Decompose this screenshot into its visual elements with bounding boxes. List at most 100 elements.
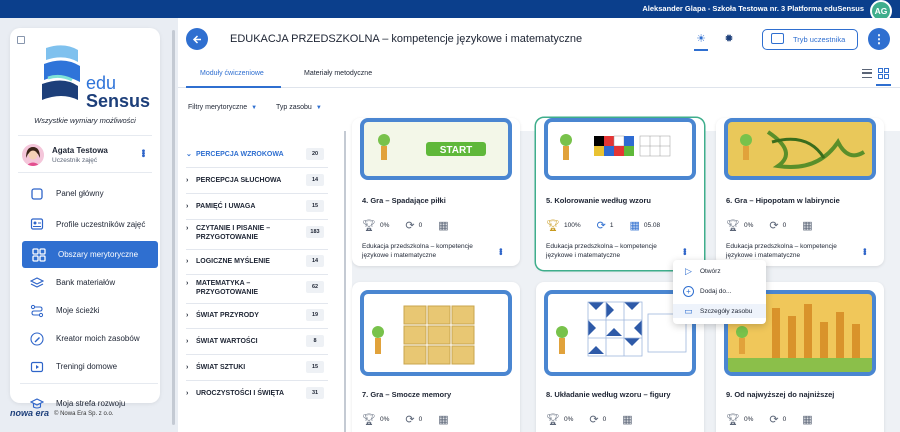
profile-avatar	[22, 144, 44, 166]
layers-icon	[28, 274, 46, 292]
refresh-icon: ⟳	[589, 414, 599, 426]
chevron-right-icon: ›	[186, 258, 189, 265]
sidebar-scrollbar[interactable]	[172, 30, 175, 425]
tagline: Wszystkie wymiary możliwości	[34, 116, 136, 125]
sidebar-item-label: Panel główny	[56, 189, 104, 198]
card-score: 100%	[563, 222, 581, 229]
card-more-icon[interactable]: •••	[860, 248, 870, 254]
chevron-right-icon: ›	[186, 390, 189, 397]
refresh-icon: ⟳	[769, 220, 779, 232]
filter-merytoryczne[interactable]: Filtry merytoryczne ▼	[188, 104, 257, 111]
top-bar: Aleksander Glapa - Szkoła Testowa nr. 3 …	[0, 0, 900, 22]
card-description: Edukacja przedszkolna – kompetencje języ…	[726, 243, 837, 259]
divider	[186, 249, 328, 250]
card-attempts: 0	[782, 222, 787, 229]
category-label: PAMIĘĆ I UWAGA	[196, 203, 256, 210]
category-count: 15	[306, 200, 324, 212]
refresh-icon: ⟳	[405, 220, 415, 232]
category-item[interactable]: › UROCZYSTOŚCI I ŚWIĘTA	[186, 389, 326, 398]
card-stats: 🏆︎ 0% ⟳ 0 ▦	[546, 413, 649, 426]
menu-item-label: Otwórz	[700, 268, 721, 275]
card-title: 9. Od najwyższej do najniższej	[726, 390, 835, 399]
category-label: PERCEPCJA WZROKOWA	[196, 151, 284, 158]
pencil-icon	[28, 330, 46, 348]
divider	[186, 193, 328, 194]
logo-sensus: Sensus	[86, 91, 151, 111]
light-theme-icon[interactable]: ☀	[694, 32, 708, 51]
student-mode-label: Tryb uczestnika	[793, 35, 846, 44]
main-panel: EDUKACJA PRZEDSZKOLNA – kompetencje języ…	[178, 18, 900, 432]
chevron-right-icon: ›	[186, 312, 189, 319]
card-attempts: 0	[418, 416, 423, 423]
menu-item-dodaj[interactable]: + Dodaj do...	[683, 286, 731, 297]
category-item[interactable]: › ŚWIAT PRZYRODY	[186, 311, 326, 320]
chevron-right-icon: ›	[186, 280, 189, 287]
dark-theme-icon[interactable]: ✹	[722, 32, 736, 46]
category-item[interactable]: › ŚWIAT SZTUKI	[186, 363, 326, 372]
category-item[interactable]: › PERCEPCJA SŁUCHOWA	[186, 176, 326, 185]
resource-card[interactable]: START 4. Gra – Spadające piłki 🏆︎ 0% ⟳ 0 ▦…	[352, 118, 520, 266]
sidebar-item-kreator[interactable]: Kreator moich zasobów	[20, 325, 158, 352]
category-scrollbar[interactable]	[344, 131, 346, 432]
category-count: 8	[306, 335, 324, 347]
sidebar-item-label: Bank materiałów	[56, 278, 116, 287]
video-icon	[28, 358, 46, 376]
chevron-right-icon: ›	[186, 364, 189, 371]
sidebar-item-profile[interactable]: Profile uczestników zajęć	[20, 208, 158, 240]
menu-item-label: Dodaj do...	[700, 288, 732, 295]
card-more-icon[interactable]: •••	[680, 248, 690, 254]
category-item[interactable]: › MATEMATYKA – PRZYGOTOWANIE	[186, 279, 286, 297]
sidebar-item-obszary[interactable]: Obszary merytoryczne	[22, 241, 158, 268]
calendar-icon: ▦	[802, 220, 813, 232]
collapse-sidebar-icon[interactable]	[17, 36, 25, 44]
card-attempts: 0	[782, 416, 787, 423]
category-item[interactable]: › ŚWIAT WARTOŚCI	[186, 337, 326, 346]
sidebar: edu Sensus Wszystkie wymiary możliwości …	[10, 28, 160, 409]
card-title: 7. Gra – Smocze memory	[362, 390, 452, 399]
menu-item-szczegoly[interactable]: ▭ Szczegóły zasobu	[673, 304, 766, 318]
card-score: 0%	[379, 222, 390, 229]
category-item[interactable]: › PAMIĘĆ I UWAGA	[186, 202, 326, 211]
resource-card[interactable]: 6. Gra – Hipopotam w labiryncie 🏆︎ 0% ⟳ 0 …	[716, 118, 884, 266]
calendar-icon: ▦	[629, 220, 640, 232]
sidebar-item-treningi[interactable]: Treningi domowe	[20, 353, 158, 380]
category-item[interactable]: › CZYTANIE I PISANIE – PRZYGOTOWANIE	[186, 224, 302, 242]
page-header: EDUKACJA PRZEDSZKOLNA – kompetencje języ…	[178, 18, 900, 62]
resource-card[interactable]: 5. Kolorowanie według wzoru 🏆︎ 100% ⟳ 1 ▦ 0…	[536, 118, 704, 270]
sidebar-item-panel-glowny[interactable]: Panel główny	[20, 180, 158, 207]
category-label: MATEMATYKA – PRZYGOTOWANIE	[196, 280, 259, 296]
trophy-icon: 🏆︎	[546, 220, 560, 232]
card-thumbnail	[360, 290, 512, 376]
category-label: UROCZYSTOŚCI I ŚWIĘTA	[196, 390, 285, 397]
play-icon: ▷	[685, 266, 692, 276]
sidebar-item-bank[interactable]: Bank materiałów	[20, 269, 158, 296]
view-indicator	[876, 84, 891, 86]
category-item[interactable]: ⌄ PERCEPCJA WZROKOWA	[186, 150, 326, 159]
filter-typ-zasobu[interactable]: Typ zasobu ▼	[276, 104, 322, 111]
menu-item-otworz[interactable]: ▷ Otwórz	[683, 266, 721, 277]
trophy-icon: 🏆︎	[362, 414, 376, 426]
resource-card[interactable]: 7. Gra – Smocze memory 🏆︎ 0% ⟳ 0 ▦	[352, 282, 520, 432]
sidebar-item-sciezki[interactable]: Moje ścieżki	[20, 297, 158, 324]
back-button[interactable]	[186, 28, 208, 50]
grid-view-icon[interactable]	[878, 68, 889, 79]
category-item[interactable]: › LOGICZNE MYŚLENIE	[186, 257, 326, 266]
profile-more-icon[interactable]: •••	[137, 149, 148, 157]
profile-card[interactable]: Agata Testowa Uczestnik zajęć •••	[18, 135, 152, 173]
sidebar-item-label: Obszary merytoryczne	[58, 250, 139, 259]
card-thumbnail	[544, 118, 696, 180]
list-view-icon[interactable]	[862, 69, 872, 78]
student-mode-button[interactable]: Tryb uczestnika	[762, 29, 858, 50]
tab-materialy[interactable]: Materiały metodyczne	[304, 70, 372, 77]
trophy-icon: 🏆︎	[546, 414, 560, 426]
card-stats: 🏆︎ 0% ⟳ 0 ▦	[726, 219, 829, 232]
more-options-button[interactable]: ⋮	[868, 28, 890, 50]
user-info-text: Aleksander Glapa - Szkoła Testowa nr. 3 …	[642, 4, 864, 13]
arrow-left-icon	[192, 34, 201, 44]
card-more-icon[interactable]: •••	[496, 248, 506, 254]
divider	[186, 219, 328, 220]
home-icon	[28, 185, 46, 203]
tab-moduly[interactable]: Moduły ćwiczeniowe	[200, 70, 264, 77]
category-list: ⌄ PERCEPCJA WZROKOWA 20 › PERCEPCJA SŁUCHO…	[178, 131, 352, 432]
category-label: ŚWIAT WARTOŚCI	[196, 338, 258, 345]
